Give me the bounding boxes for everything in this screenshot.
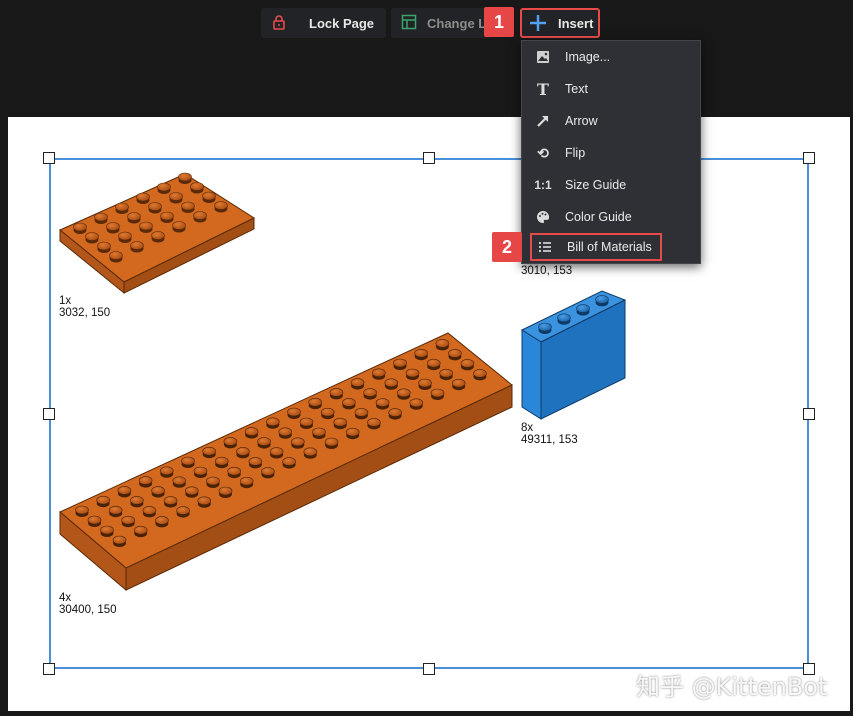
resize-handle-bottom[interactable] xyxy=(423,663,435,675)
resize-handle-left[interactable] xyxy=(43,408,55,420)
menu-item-arrow[interactable]: Arrow xyxy=(522,105,700,137)
text-icon: T xyxy=(537,79,549,99)
resize-handle-top-right[interactable] xyxy=(803,152,815,164)
menu-item-bill-of-materials[interactable]: Bill of Materials xyxy=(530,233,662,261)
menu-item-label: Arrow xyxy=(565,114,598,128)
insert-menu: Image... T Text Arrow ⟲ Flip 1:1 Size Gu… xyxy=(521,40,701,264)
menu-item-label: Size Guide xyxy=(565,178,627,192)
menu-item-text[interactable]: T Text xyxy=(522,73,700,105)
menu-item-label: Color Guide xyxy=(565,210,632,224)
palette-icon xyxy=(534,208,552,226)
resize-handle-bottom-left[interactable] xyxy=(43,663,55,675)
flip-icon: ⟲ xyxy=(537,144,549,161)
menu-item-label: Bill of Materials xyxy=(567,240,652,254)
menu-item-color-guide[interactable]: Color Guide xyxy=(522,201,700,233)
menu-item-flip[interactable]: ⟲ Flip xyxy=(522,137,700,169)
menu-item-label: Image... xyxy=(565,50,611,64)
list-icon xyxy=(536,238,554,256)
menu-item-label: Flip xyxy=(565,146,586,160)
arrow-icon xyxy=(534,112,552,130)
menu-item-size-guide[interactable]: 1:1 Size Guide xyxy=(522,169,700,201)
resize-handle-top-left[interactable] xyxy=(43,152,55,164)
resize-handle-top[interactable] xyxy=(423,152,435,164)
watermark: 知乎 @KittenBot xyxy=(636,673,828,701)
menu-item-label: Text xyxy=(565,82,588,96)
step-badge-2: 2 xyxy=(492,232,522,262)
size-guide-icon: 1:1 xyxy=(534,178,552,192)
image-icon xyxy=(534,48,552,66)
menu-item-image[interactable]: Image... xyxy=(522,41,700,73)
resize-handle-right[interactable] xyxy=(803,408,815,420)
